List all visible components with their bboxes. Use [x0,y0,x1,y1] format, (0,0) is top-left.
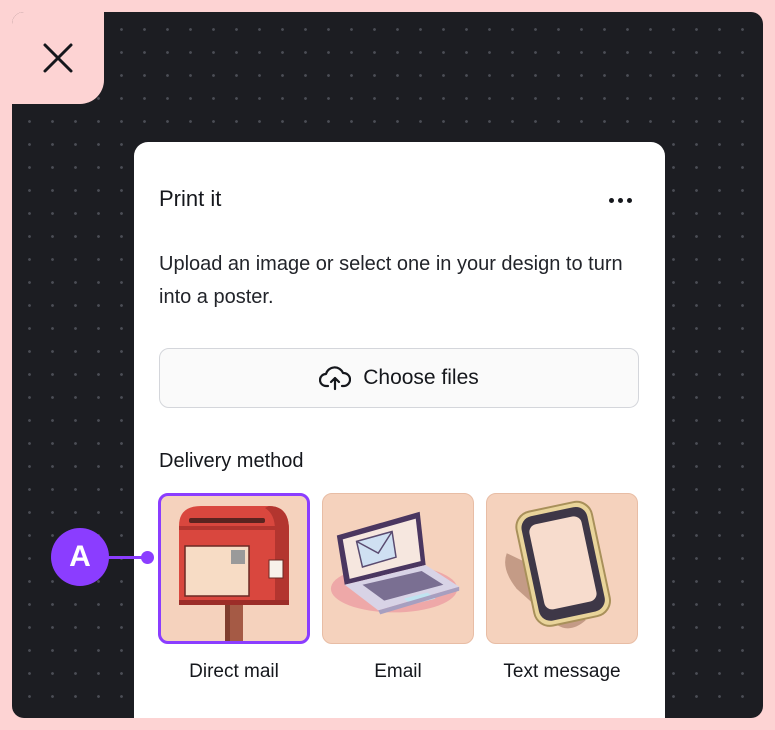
delivery-method-label: Delivery method [159,450,304,472]
laptop-email-icon [330,511,460,615]
panel-description: Upload an image or select one in your de… [159,253,623,308]
choose-files-button[interactable]: Choose files [159,348,639,408]
mailbox-icon [179,506,289,641]
app-panel: Print it Upload an image or select one i… [134,142,665,718]
canvas-frame: Print it Upload an image or select one i… [12,12,763,718]
annotation-connector-dot [141,551,154,564]
close-icon [43,43,73,73]
delivery-options: Direct mail Email Text message [158,493,640,693]
annotation-badge: A [51,528,109,586]
option-email[interactable]: Email [322,493,474,682]
more-options-button[interactable] [603,188,637,212]
option-label: Text message [503,661,621,682]
option-tile [486,493,638,644]
cloud-upload-icon [319,366,352,391]
close-button[interactable] [12,12,104,104]
option-tile [322,493,474,644]
more-dot-icon [617,197,623,203]
option-direct-mail[interactable]: Direct mail [158,493,310,682]
panel-title: Print it [159,186,222,211]
option-tile [158,493,310,644]
phone-icon [505,500,611,629]
choose-files-label: Choose files [363,366,479,389]
more-dot-icon [626,197,632,203]
option-text-message[interactable]: Text message [486,493,638,682]
more-dot-icon [608,197,614,203]
